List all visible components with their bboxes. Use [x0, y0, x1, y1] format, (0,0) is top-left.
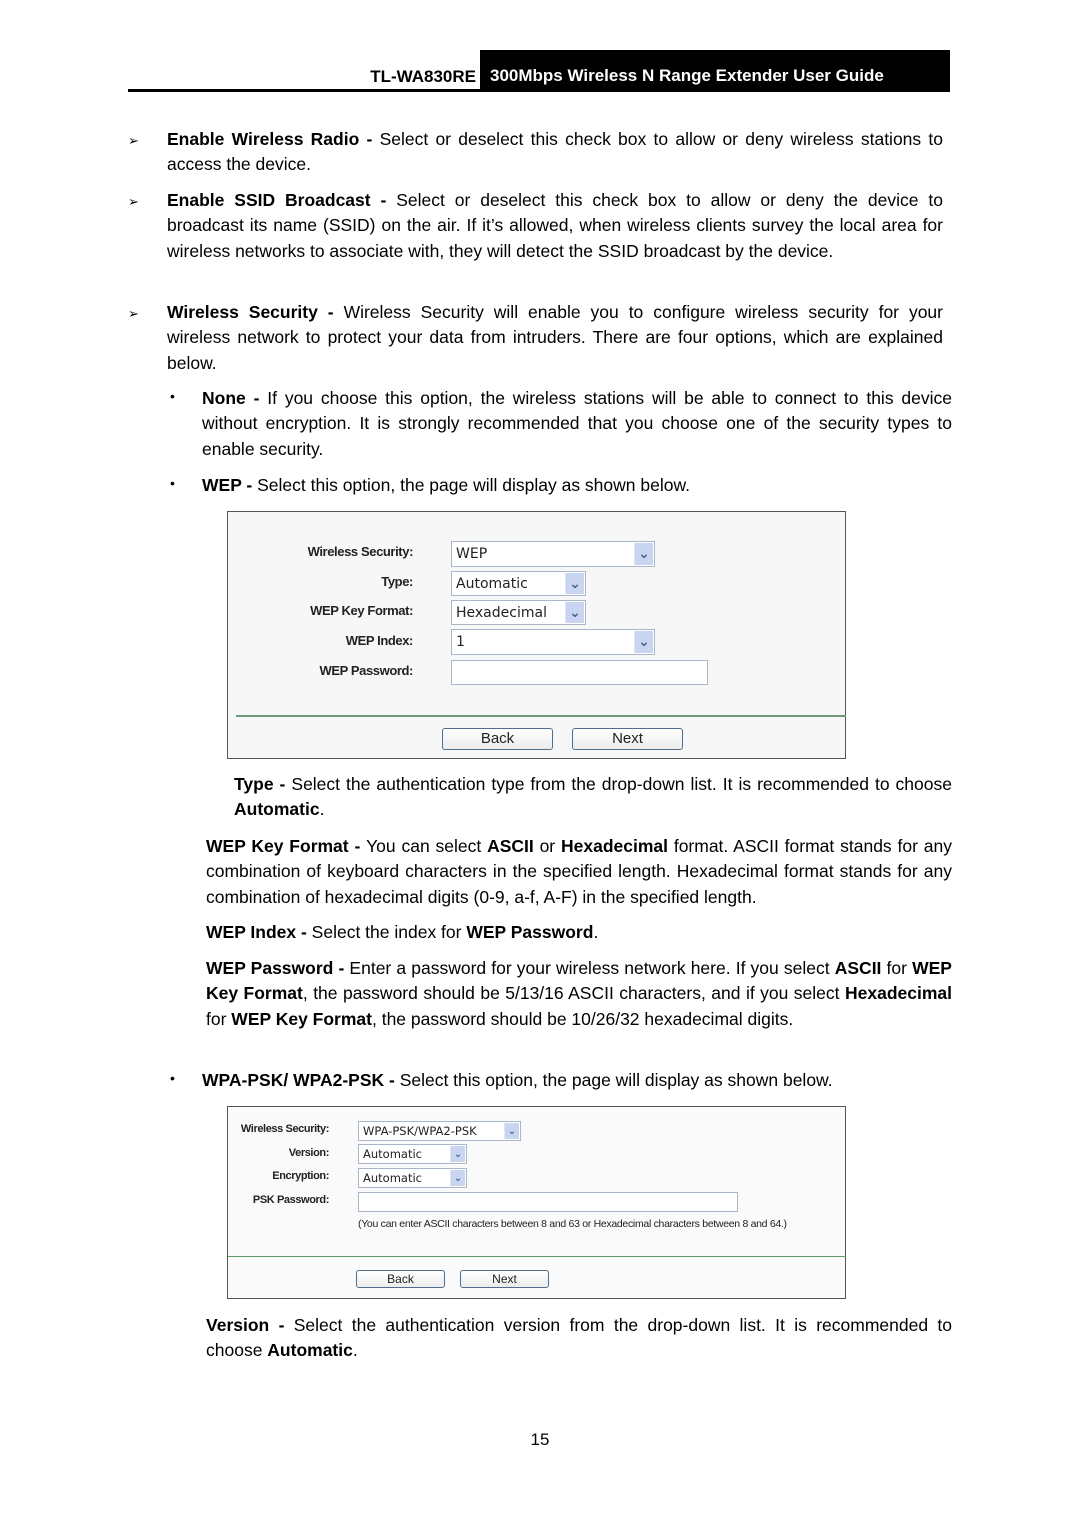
term: WEP -: [202, 475, 258, 495]
selected-value: Hexadecimal: [456, 604, 547, 621]
description: If you choose this option, the wireless …: [202, 388, 952, 459]
option-wep: WEP - Select this option, the page will …: [202, 473, 952, 498]
emphasis: Hexadecimal: [844, 983, 952, 1004]
header-title: 300Mbps Wireless N Range Extender User G…: [480, 50, 950, 90]
field-wep-index-description: WEP Index - Select the index for WEP Pas…: [206, 920, 952, 945]
punctuation: .: [352, 1340, 358, 1361]
option-none: None - If you choose this option, the wi…: [202, 386, 952, 462]
term: Enable SSID Broadcast -: [167, 190, 397, 210]
term: WPA-PSK/ WPA2-PSK -: [202, 1070, 400, 1090]
type-label: Type:: [381, 574, 413, 589]
field-type-description: Type - Select the authentication type fr…: [234, 772, 952, 823]
page-number: 15: [530, 1430, 550, 1449]
description: or: [533, 836, 561, 856]
description: Enter a password for your wireless netwo…: [349, 958, 835, 978]
wep-index-label: WEP Index:: [345, 633, 414, 648]
wireless-security-label: Wireless Security:: [240, 1123, 329, 1135]
emphasis: WEP Password: [466, 922, 594, 942]
description: for: [206, 1008, 232, 1029]
term: Type -: [234, 774, 292, 794]
arrow-bullet-icon: ➢: [128, 133, 139, 148]
selected-value: Automatic: [456, 575, 528, 592]
dot-bullet-icon: •: [170, 1070, 175, 1086]
wep-key-format-select[interactable]: Hexadecimal ⌄: [451, 600, 586, 625]
selected-value: Automatic: [363, 1147, 422, 1161]
field-wep-password-description: WEP Password - Enter a password for your…: [206, 956, 952, 1032]
arrow-bullet-icon: ➢: [128, 194, 139, 209]
punctuation: .: [319, 799, 325, 820]
version-label: Version:: [288, 1147, 330, 1159]
next-button[interactable]: Next: [572, 728, 683, 750]
separator: [236, 715, 846, 717]
selected-value: Automatic: [363, 1171, 422, 1185]
dot-bullet-icon: •: [170, 475, 175, 491]
selected-value: WEP: [456, 546, 488, 562]
encryption-label: Encryption:: [272, 1170, 329, 1182]
description: You can select: [366, 836, 488, 856]
psk-password-label: PSK Password:: [252, 1194, 330, 1206]
back-button[interactable]: Back: [356, 1270, 445, 1288]
wpa-settings-panel: Wireless Security: WPA-PSK/WPA2-PSK ⌄ Ve…: [227, 1106, 846, 1299]
chevron-down-icon: ⌄: [634, 631, 653, 653]
term: Enable Wireless Radio -: [167, 129, 380, 149]
encryption-select[interactable]: Automatic ⌄: [358, 1168, 467, 1188]
page-header: TL-WA830RE 300Mbps Wireless N Range Exte…: [128, 50, 950, 92]
wep-password-input[interactable]: [451, 660, 708, 685]
chevron-down-icon: ⌄: [504, 1123, 519, 1139]
term: WEP Key Format -: [206, 836, 367, 856]
wep-key-format-label: WEP Key Format:: [310, 603, 413, 618]
punctuation: .: [593, 922, 599, 942]
emphasis: Automatic: [234, 799, 320, 820]
header-rule: [128, 89, 950, 92]
arrow-bullet-icon: ➢: [128, 306, 139, 321]
emphasis: ASCII: [834, 958, 882, 978]
section-wireless-security: Wireless Security - Wireless Security wi…: [167, 300, 943, 376]
term: WEP Index -: [206, 922, 312, 942]
wep-index-select[interactable]: 1 ⌄: [451, 629, 655, 655]
wireless-security-select[interactable]: WPA-PSK/WPA2-PSK ⌄: [358, 1121, 521, 1141]
wireless-security-label: Wireless Security:: [307, 544, 414, 559]
version-select[interactable]: Automatic ⌄: [358, 1144, 467, 1164]
term: Wireless Security -: [167, 302, 344, 322]
description: Select the index for: [311, 922, 467, 942]
dot-bullet-icon: •: [170, 388, 175, 404]
description: Select this option, the page will displa…: [399, 1070, 833, 1090]
term: None -: [202, 388, 268, 408]
emphasis: Automatic: [267, 1340, 353, 1361]
selected-value: 1: [456, 634, 465, 650]
type-select[interactable]: Automatic ⌄: [451, 571, 586, 596]
back-button[interactable]: Back: [442, 728, 553, 750]
chevron-down-icon: ⌄: [450, 1146, 465, 1162]
section-enable-ssid-broadcast: Enable SSID Broadcast - Select or desele…: [167, 188, 943, 264]
wep-password-label: WEP Password:: [319, 663, 413, 678]
emphasis: Hexadecimal: [560, 836, 668, 856]
description: Select this option, the page will displa…: [257, 475, 691, 495]
chevron-down-icon: ⌄: [634, 543, 653, 565]
chevron-down-icon: ⌄: [450, 1170, 465, 1186]
psk-password-input[interactable]: [358, 1192, 738, 1212]
description: Select the authentication type from the …: [291, 774, 952, 794]
separator: [228, 1256, 846, 1257]
field-version-description: Version - Select the authentication vers…: [206, 1313, 952, 1364]
term: WEP Password -: [206, 958, 350, 978]
field-wep-key-format-description: WEP Key Format - You can select ASCII or…: [206, 834, 952, 910]
section-enable-wireless-radio: Enable Wireless Radio - Select or desele…: [167, 127, 943, 178]
psk-password-hint: (You can enter ASCII characters between …: [358, 1218, 787, 1230]
option-wpa-psk: WPA-PSK/ WPA2-PSK - Select this option, …: [202, 1068, 952, 1093]
selected-value: WPA-PSK/WPA2-PSK: [363, 1124, 477, 1138]
term: Version -: [206, 1315, 294, 1335]
wep-settings-panel: Wireless Security: WEP ⌄ Type: Automatic…: [227, 511, 846, 759]
description: , the password should be 5/13/16 ASCII c…: [302, 983, 845, 1004]
next-button[interactable]: Next: [460, 1270, 549, 1288]
description: , the password should be 10/26/32 hexade…: [371, 1008, 794, 1029]
emphasis: WEP Key Format: [231, 1008, 372, 1029]
chevron-down-icon: ⌄: [565, 573, 584, 594]
wireless-security-select[interactable]: WEP ⌄: [451, 541, 655, 567]
description: for: [881, 958, 913, 978]
chevron-down-icon: ⌄: [565, 602, 584, 623]
header-model: TL-WA830RE: [370, 67, 476, 86]
emphasis: ASCII: [487, 836, 534, 856]
